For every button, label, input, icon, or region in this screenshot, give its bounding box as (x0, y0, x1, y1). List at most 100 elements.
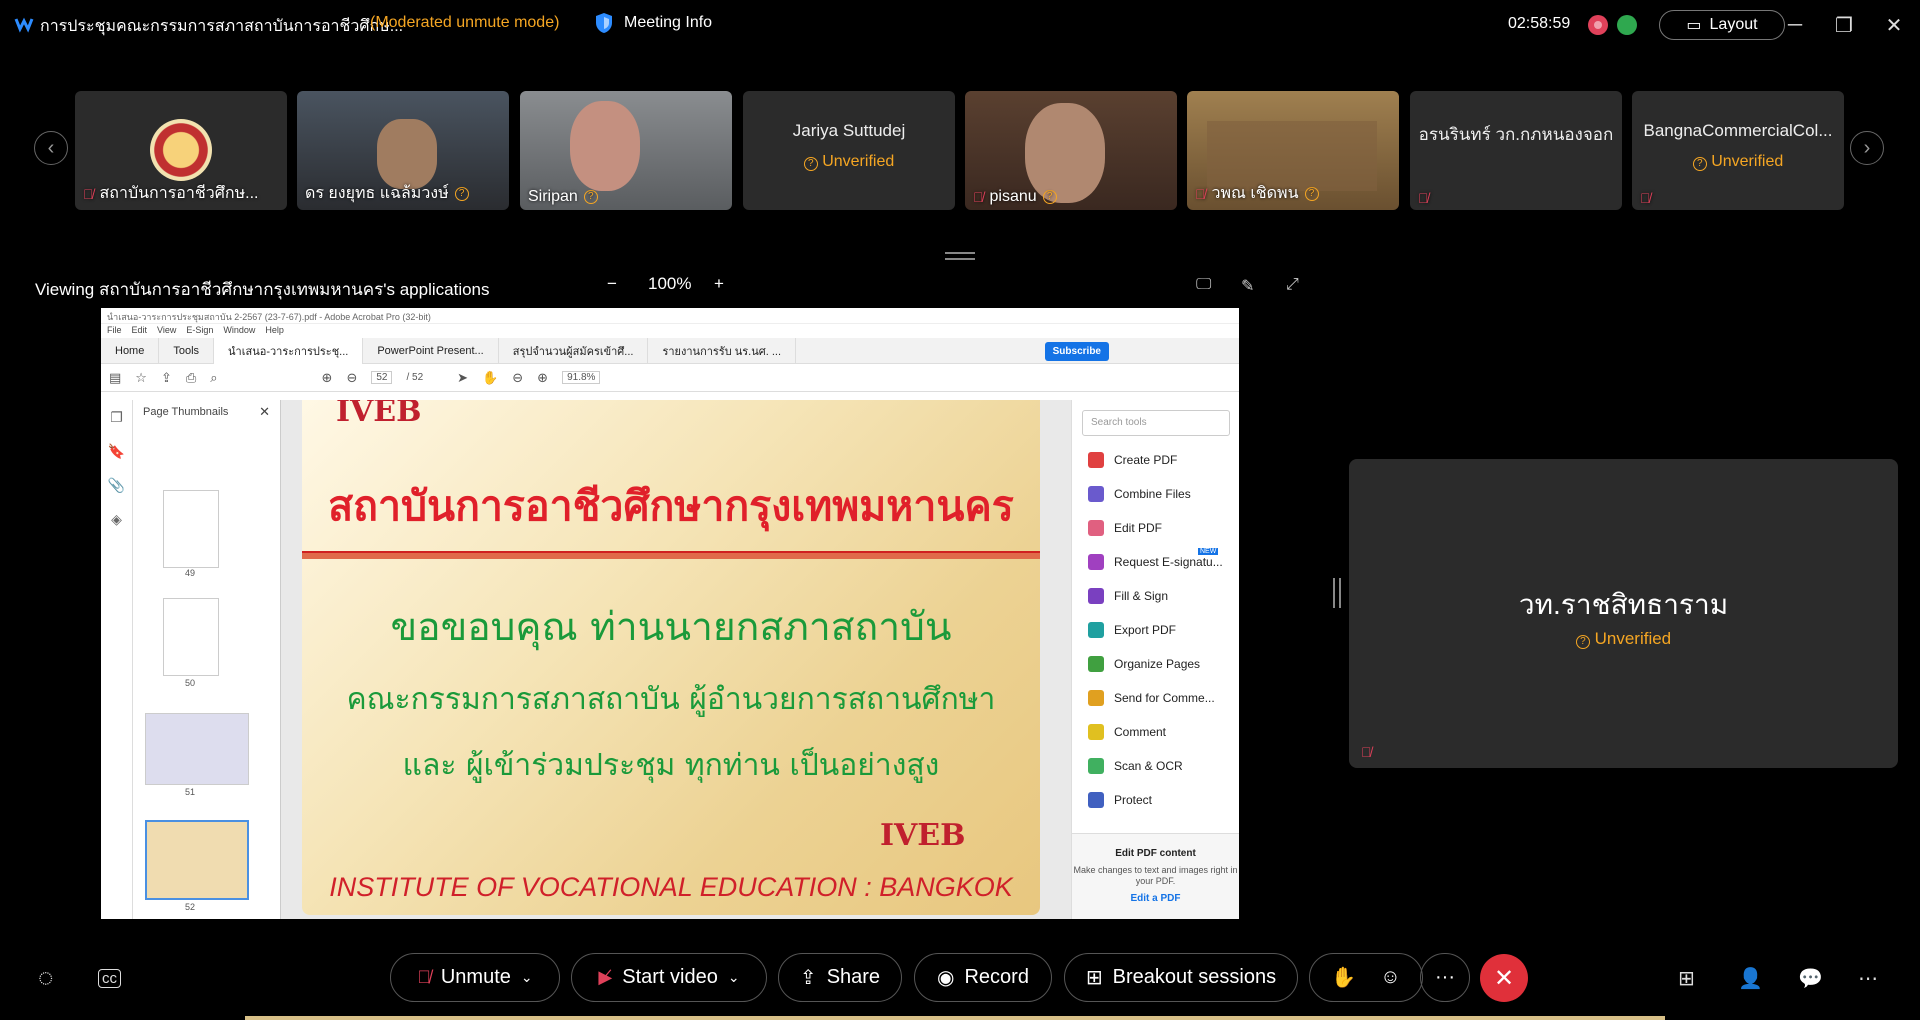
zoom-in-icon[interactable]: ⊕ (537, 370, 548, 386)
page-up-icon[interactable]: ⊕ (322, 370, 333, 386)
active-speaker-panel[interactable]: วท.ราชสิทธาราม ? Unverified 🎙̸ (1349, 459, 1898, 768)
start-video-button[interactable]: ▶̸ Start video ⌄ (571, 953, 767, 1002)
menu-edit[interactable]: Edit (132, 325, 148, 337)
acrobat-toolbar: ▤ ☆ ⇪ ⎙ ⌕ ⊕ ⊖ 52 / 52 ➤ ✋ ⊖ ⊕ 91.8% (101, 364, 1239, 392)
participant-tile[interactable]: ดร ยงยุทธ แฉล้มวงษ์? (297, 91, 509, 210)
resize-handle[interactable] (945, 252, 975, 260)
participant-tile[interactable]: BangnaCommercialCol... ? Unverified 🎙̸ (1632, 91, 1844, 210)
reactions-icon[interactable]: ☺ (1380, 966, 1400, 989)
star-icon[interactable]: ☆ (135, 370, 147, 386)
thumbnail-page[interactable] (163, 598, 219, 676)
leave-meeting-button[interactable]: ✕ (1480, 954, 1528, 1002)
record-button[interactable]: ◉ Record (914, 953, 1052, 1002)
captions-icon[interactable]: cc (98, 969, 121, 988)
tool-comment[interactable]: Comment (1088, 724, 1166, 740)
tool-scan-ocr[interactable]: Scan & OCR (1088, 758, 1183, 774)
network-status-icon[interactable] (1617, 15, 1637, 35)
more-panels-icon[interactable]: ⋯ (1858, 966, 1878, 991)
share-zoom-level[interactable]: 100% (648, 274, 691, 294)
chat-icon[interactable]: 💬 (1798, 966, 1823, 991)
chevron-down-icon[interactable]: ⌄ (728, 969, 740, 986)
thumbnail-page[interactable] (145, 713, 249, 785)
participant-tile[interactable]: Siripan? (520, 91, 732, 210)
layout-button[interactable]: ▭ Layout (1659, 10, 1785, 40)
unverified-icon: ? (454, 186, 469, 201)
participant-name: Siripan (528, 188, 578, 205)
raise-hand-icon[interactable]: ✋ (1331, 965, 1356, 990)
participant-tile[interactable]: Jariya Suttudej ? Unverified (743, 91, 955, 210)
save-icon[interactable]: ▤ (109, 370, 121, 386)
fill-sign-icon (1088, 588, 1104, 604)
participant-tile[interactable]: 🎙̸ วพณ เชิดพน? (1187, 91, 1399, 210)
zoom-out-icon[interactable]: − (607, 274, 617, 294)
thumbnail-page[interactable] (163, 490, 219, 568)
zoom-out-icon[interactable]: ⊖ (512, 370, 523, 386)
bookmark-icon[interactable]: 🔖 (101, 434, 132, 468)
meeting-info-button[interactable]: Meeting Info (594, 12, 712, 34)
tool-edit-pdf[interactable]: Edit PDF (1088, 520, 1162, 536)
edit-pdf-link[interactable]: Edit a PDF (1072, 893, 1239, 904)
upload-icon[interactable]: ⇪ (161, 370, 172, 386)
tool-create-pdf[interactable]: Create PDF (1088, 452, 1177, 468)
ai-assistant-icon[interactable]: ◌ (38, 962, 53, 993)
unverified-icon: ? (1692, 157, 1707, 171)
share-button[interactable]: ⇪ Share (778, 953, 902, 1002)
menu-esign[interactable]: E-Sign (186, 325, 213, 337)
minimize-icon[interactable]: ─ (1780, 10, 1810, 40)
pages-icon[interactable]: ❐ (101, 400, 132, 434)
participants-icon[interactable]: 👤 (1738, 966, 1763, 991)
tab-home[interactable]: Home (101, 337, 160, 364)
recording-indicator-icon[interactable] (1588, 15, 1608, 35)
tab-tools[interactable]: Tools (159, 337, 215, 364)
tool-organize-pages[interactable]: Organize Pages (1088, 656, 1200, 672)
attachment-icon[interactable]: 📎 (101, 468, 132, 502)
tab-summary[interactable]: สรุปจำนวนผู้สมัครเข้าศึ... (499, 337, 649, 364)
acrobat-title: นำเสนอ-วาระการประชุมสถาบัน 2-2567 (23-7-… (101, 308, 1239, 324)
tool-protect[interactable]: Protect (1088, 792, 1152, 808)
participant-tile[interactable]: อรนรินทร์ วก.กภหนองจอก 🎙̸ (1410, 91, 1622, 210)
layers-icon[interactable]: ◈ (101, 502, 132, 536)
tab-powerpoint[interactable]: PowerPoint Present... (363, 337, 499, 364)
tool-export-pdf[interactable]: Export PDF (1088, 622, 1176, 638)
close-icon[interactable]: ✕ (259, 404, 270, 420)
tool-combine-files[interactable]: Combine Files (1088, 486, 1191, 502)
page-down-icon[interactable]: ⊖ (346, 370, 357, 386)
subscribe-button[interactable]: Subscribe (1044, 342, 1109, 361)
remote-control-icon[interactable]: 🖵 (1196, 276, 1211, 294)
slide-line-3: และ ผู้เข้าร่วมประชุม ทุกท่าน เป็นอย่างส… (402, 748, 940, 783)
menu-window[interactable]: Window (223, 325, 255, 337)
zoom-in-icon[interactable]: + (714, 274, 724, 294)
tab-report[interactable]: รายงานการรับ นร.นศ. ... (648, 337, 797, 364)
zoom-value[interactable]: 91.8% (562, 371, 601, 384)
webex-logo-icon (14, 17, 34, 33)
fullscreen-icon[interactable]: ⤢ (1286, 276, 1299, 294)
more-options-button[interactable]: ··· (1420, 953, 1470, 1002)
search-tools-input[interactable]: Search tools (1082, 410, 1230, 436)
select-icon[interactable]: ➤ (457, 370, 468, 386)
chevron-down-icon[interactable]: ⌄ (521, 969, 533, 986)
unmute-button[interactable]: 🎙̸ Unmute ⌄ (390, 953, 560, 1002)
participant-tile[interactable]: 🎙̸ pisanu? (965, 91, 1177, 210)
print-icon[interactable]: ⎙ (186, 370, 196, 386)
page-current[interactable]: 52 (371, 371, 393, 384)
unverified-icon: ? (803, 157, 818, 171)
thumbnail-page-active[interactable] (145, 820, 249, 900)
panel-divider[interactable] (1333, 578, 1341, 608)
close-icon[interactable]: ✕ (1879, 10, 1909, 40)
apps-icon[interactable]: ⊞ (1678, 966, 1695, 991)
tool-send-comment[interactable]: Send for Comme... (1088, 690, 1215, 706)
tool-fill-sign[interactable]: Fill & Sign (1088, 588, 1168, 604)
tab-document-active[interactable]: นำเสนอ-วาระการประชุ... (214, 337, 364, 364)
menu-file[interactable]: File (107, 325, 122, 337)
breakout-sessions-button[interactable]: ⊞ Breakout sessions (1064, 953, 1298, 1002)
tool-request-esign[interactable]: Request E-signatu... (1088, 554, 1223, 570)
search-icon[interactable]: ⌕ (210, 370, 217, 386)
mic-muted-icon: 🎙̸ (1418, 190, 1429, 206)
annotate-icon[interactable]: ✎ (1241, 276, 1254, 296)
menu-help[interactable]: Help (265, 325, 284, 337)
record-label: Record (964, 966, 1029, 988)
restore-icon[interactable]: ❐ (1829, 10, 1859, 40)
menu-view[interactable]: View (157, 325, 176, 337)
participant-tile[interactable]: 🎙̸ สถาบันการอาชีวศึกษ... (75, 91, 287, 210)
hand-icon[interactable]: ✋ (482, 370, 498, 386)
